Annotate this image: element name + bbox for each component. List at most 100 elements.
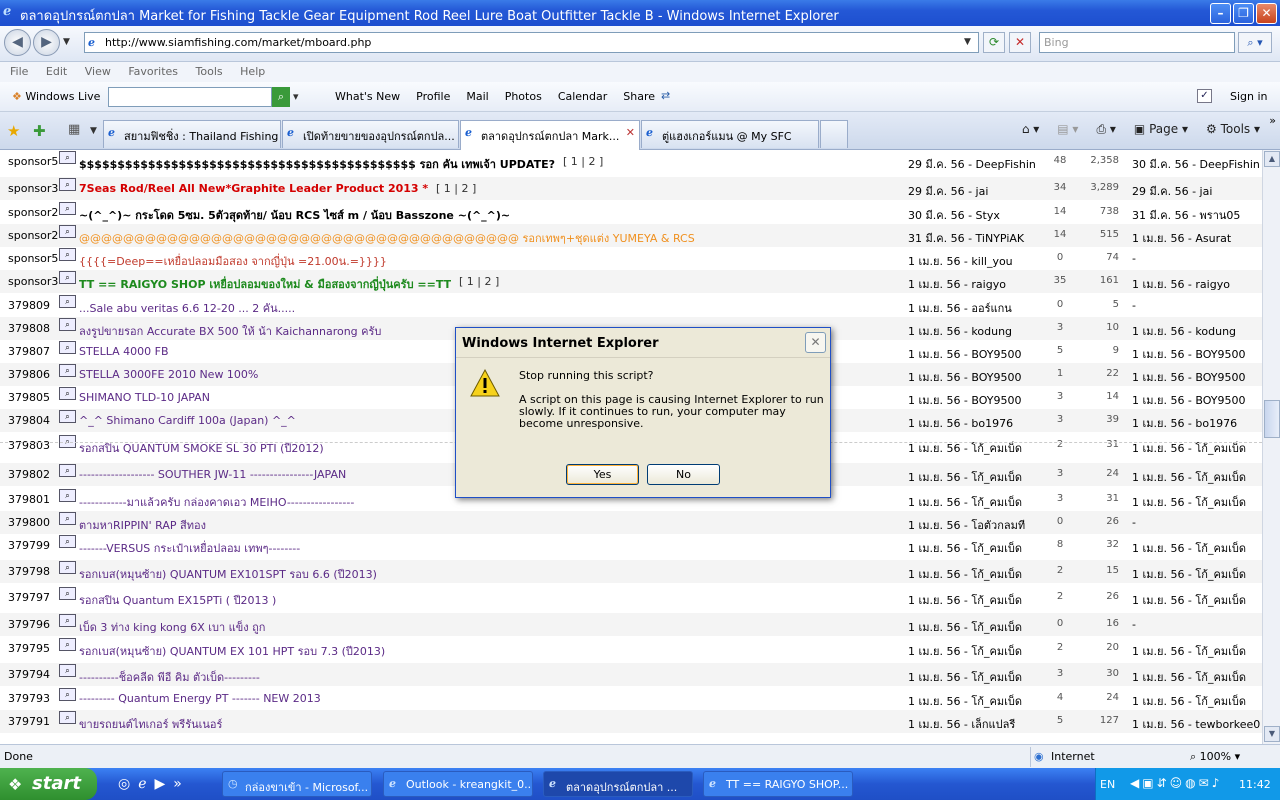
topic-poster[interactable]: 29 มี.ค. 56 - jai: [908, 182, 988, 200]
quick-tabs-icon[interactable]: ▦: [68, 122, 80, 137]
windows-live-search-button[interactable]: ⌕: [272, 87, 290, 107]
topic-title[interactable]: @@@@@@@@@@@@@@@@@@@@@@@@@@@@@@@@@@@@@@@@…: [79, 229, 695, 247]
topic-poster[interactable]: 1 เม.ย. 56 - bo1976: [908, 414, 1013, 432]
windows-live-search-input[interactable]: [108, 87, 272, 107]
topic-last-post[interactable]: -: [1132, 618, 1136, 631]
task-raigyo[interactable]: ℯ TT == RAIGYO SHOP...: [703, 771, 853, 797]
topic-last-post[interactable]: 1 เม.ย. 56 - โก้_คมเบ็ด: [1132, 591, 1246, 609]
topic-preview-icon[interactable]: ⌕: [59, 410, 76, 423]
media-player-icon[interactable]: ▶: [155, 776, 166, 792]
add-favorites-icon[interactable]: ✚: [33, 122, 46, 140]
topic-poster[interactable]: 1 เม.ย. 56 - BOY9500: [908, 345, 1022, 363]
topic-title[interactable]: 7Seas Rod/Reel All New*Graphite Leader P…: [79, 182, 428, 195]
menu-file[interactable]: File: [10, 65, 28, 78]
topic-poster[interactable]: 1 เม.ย. 56 - โก้_คมเบ็ด: [908, 642, 1022, 660]
stop-button[interactable]: ✕: [1009, 32, 1031, 53]
topic-preview-icon[interactable]: ⌕: [59, 225, 76, 238]
topic-preview-icon[interactable]: ⌕: [59, 561, 76, 574]
topic-title[interactable]: ------------มาแล้วครับ กล่องคาดเอว MEIHO…: [79, 493, 354, 511]
topic-title[interactable]: STELLA 4000 FB: [79, 345, 169, 358]
menu-view[interactable]: View: [85, 65, 111, 78]
new-tab-button[interactable]: [820, 120, 848, 148]
topic-preview-icon[interactable]: ⌕: [59, 688, 76, 701]
topic-preview-icon[interactable]: ⌕: [59, 364, 76, 377]
tab-close-icon[interactable]: ✕: [626, 126, 635, 139]
topic-poster[interactable]: 1 เม.ย. 56 - โก้_คมเบ็ด: [908, 468, 1022, 486]
topic-poster[interactable]: 1 เม.ย. 56 - โก้_คมเบ็ด: [908, 692, 1022, 710]
scroll-thumb[interactable]: [1264, 400, 1280, 438]
topic-last-post[interactable]: 31 มี.ค. 56 - พราน05: [1132, 206, 1240, 224]
topic-title[interactable]: รอกเบส(หมุนซ้าย) QUANTUM EX 101 HPT รอบ …: [79, 642, 385, 660]
topic-poster[interactable]: 1 เม.ย. 56 - โก้_คมเบ็ด: [908, 618, 1022, 636]
topic-poster[interactable]: 1 เม.ย. 56 - BOY9500: [908, 368, 1022, 386]
topic-last-post[interactable]: 1 เม.ย. 56 - kodung: [1132, 322, 1236, 340]
topic-last-post[interactable]: 30 มี.ค. 56 - DeepFishin: [1132, 155, 1260, 173]
topic-last-post[interactable]: 1 เม.ย. 56 - tewborkee0: [1132, 715, 1260, 733]
topic-poster[interactable]: 1 เม.ย. 56 - โอตัวกลมที: [908, 516, 1025, 534]
link-share[interactable]: Share: [623, 90, 655, 103]
windows-live-dropdown-icon[interactable]: ▾: [293, 90, 299, 103]
topic-last-post[interactable]: 1 เม.ย. 56 - bo1976: [1132, 414, 1237, 432]
task-outlook-inbox[interactable]: ◷ กล่องขาเข้า - Microsof...: [222, 771, 372, 797]
topic-preview-icon[interactable]: ⌕: [59, 271, 76, 284]
topic-preview-icon[interactable]: ⌕: [59, 341, 76, 354]
tray-network-icon[interactable]: ⇵: [1157, 776, 1167, 790]
ie-icon[interactable]: ℯ: [138, 776, 146, 792]
topic-last-post[interactable]: 1 เม.ย. 56 - BOY9500: [1132, 368, 1246, 386]
topic-title[interactable]: ลงรูปขายรอก Accurate BX 500 ให้ น้า Kaic…: [79, 322, 381, 340]
topic-title[interactable]: ~(^_^)~ กระโดด 5ซม. 5ตัวสุดท้าย/ น้อบ RC…: [79, 206, 510, 224]
security-zone[interactable]: ◉ Internet: [1030, 747, 1095, 767]
vertical-scrollbar[interactable]: ▲ ▼: [1262, 150, 1280, 744]
search-button[interactable]: ⌕ ▾: [1238, 32, 1272, 53]
topic-preview-icon[interactable]: ⌕: [59, 464, 76, 477]
topic-preview-icon[interactable]: ⌕: [59, 387, 76, 400]
topic-title[interactable]: เบ็ด 3 ท่าง king kong 6X เบา แข็ง ถูก: [79, 618, 265, 636]
topic-poster[interactable]: 31 มี.ค. 56 - TiNYPiAK: [908, 229, 1024, 247]
topic-preview-icon[interactable]: ⌕: [59, 587, 76, 600]
topic-title[interactable]: $$$$$$$$$$$$$$$$$$$$$$$$$$$$$$$$$$$$$$$$…: [79, 155, 555, 173]
task-market[interactable]: ℯ ตลาดอุปกรณ์ตกปลา ...: [543, 771, 693, 797]
topic-last-post[interactable]: 29 มี.ค. 56 - jai: [1132, 182, 1212, 200]
page-menu[interactable]: ▣ Page ▾: [1134, 122, 1188, 137]
translate-icon[interactable]: ⇄: [661, 89, 670, 102]
topic-preview-icon[interactable]: ⌕: [59, 295, 76, 308]
task-outlook[interactable]: ℯ Outlook - kreangkit_0...: [383, 771, 533, 797]
topic-poster[interactable]: 1 เม.ย. 56 - BOY9500: [908, 391, 1022, 409]
minimize-button[interactable]: –: [1210, 3, 1231, 24]
tab-market-open[interactable]: ℯ เปิดท้ายขายของอุปกรณ์ตกปล...: [282, 120, 459, 148]
language-indicator[interactable]: EN: [1100, 778, 1115, 791]
start-button[interactable]: ❖ start: [0, 768, 97, 800]
topic-title[interactable]: {{{{=Deep==เหยื่อปลอมมือสอง จากญี่ปุ่น =…: [79, 252, 387, 270]
topic-last-post[interactable]: 1 เม.ย. 56 - โก้_คมเบ็ด: [1132, 668, 1246, 686]
window-titlebar[interactable]: ℯ ตลาดอุปกรณ์ตกปลา Market for Fishing Ta…: [0, 0, 1280, 26]
topic-last-post[interactable]: 1 เม.ย. 56 - โก้_คมเบ็ด: [1132, 468, 1246, 486]
topic-poster[interactable]: 1 เม.ย. 56 - ออร์แกน: [908, 299, 1012, 317]
topic-poster[interactable]: 1 เม.ย. 56 - raigyo: [908, 275, 1006, 293]
history-dropdown-icon[interactable]: ▼: [63, 37, 70, 47]
home-icon[interactable]: ⌂ ▾: [1022, 122, 1039, 137]
topic-preview-icon[interactable]: ⌕: [59, 664, 76, 677]
zoom-control[interactable]: ⌕ 100% ▾: [1190, 750, 1240, 764]
tray-app-icon[interactable]: ▣: [1142, 776, 1153, 790]
tray-volume-icon[interactable]: ♪: [1212, 776, 1220, 790]
back-button[interactable]: ◀: [4, 29, 31, 56]
topic-poster[interactable]: 1 เม.ย. 56 - โก้_คมเบ็ด: [908, 539, 1022, 557]
close-window-button[interactable]: ✕: [1256, 3, 1277, 24]
scroll-down-icon[interactable]: ▼: [1264, 726, 1280, 742]
tray-back-icon[interactable]: ◀: [1130, 776, 1139, 790]
chrome-icon[interactable]: ◎: [118, 776, 130, 792]
tab-market-active[interactable]: ℯ ตลาดอุปกรณ์ตกปลา Mark... ✕: [460, 120, 640, 150]
topic-poster[interactable]: 30 มี.ค. 56 - Styx: [908, 206, 1000, 224]
topic-title[interactable]: SHIMANO TLD-10 JAPAN: [79, 391, 210, 404]
topic-title[interactable]: --------- Quantum Energy PT ------- NEW …: [79, 692, 321, 705]
topic-title[interactable]: ^_^ Shimano Cardiff 100a (Japan) ^_^: [79, 414, 296, 427]
tab-siamfishing[interactable]: ℯ สยามฟิชชิ่ง : Thailand Fishing ...: [103, 120, 281, 148]
topic-last-post[interactable]: 1 เม.ย. 56 - โก้_คมเบ็ด: [1132, 493, 1246, 511]
forward-button[interactable]: ▶: [33, 29, 60, 56]
address-dropdown-icon[interactable]: ▼: [964, 37, 971, 47]
maximize-button[interactable]: ❐: [1233, 3, 1254, 24]
topic-preview-icon[interactable]: ⌕: [59, 638, 76, 651]
topic-last-post[interactable]: 1 เม.ย. 56 - Asurat: [1132, 229, 1231, 247]
topic-title[interactable]: ...Sale abu veritas 6.6 12-20 ... 2 คัน.…: [79, 299, 295, 317]
topic-title[interactable]: ------------------- SOUTHER JW-11 ------…: [79, 468, 346, 481]
